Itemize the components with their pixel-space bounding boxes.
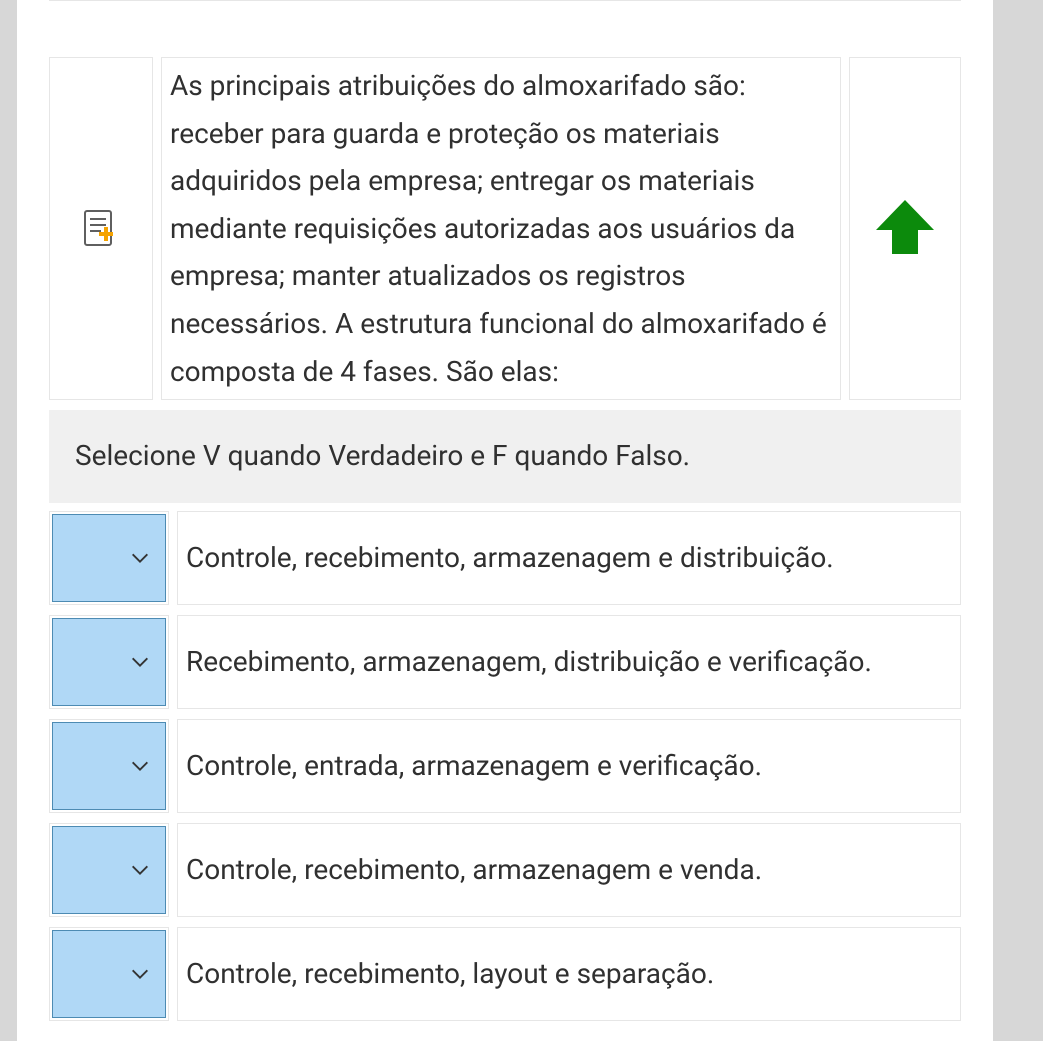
vf-select[interactable] (49, 719, 169, 813)
chevron-down-icon (129, 859, 151, 881)
page-container: As principais atribuições do almoxarifad… (17, 0, 993, 1041)
chevron-down-icon (129, 963, 151, 985)
option-row: Controle, recebimento, layout e separaçã… (49, 927, 961, 1021)
arrow-up-icon (868, 192, 942, 266)
chevron-down-icon (129, 651, 151, 673)
chevron-down-icon (129, 547, 151, 569)
vf-select-inner[interactable] (52, 722, 166, 810)
option-row: Controle, recebimento, armazenagem e dis… (49, 511, 961, 605)
option-text: Controle, entrada, armazenagem e verific… (177, 719, 961, 813)
vf-select-inner[interactable] (52, 514, 166, 602)
chevron-down-icon (129, 755, 151, 777)
edit-question-cell[interactable] (49, 57, 153, 400)
vf-select[interactable] (49, 511, 169, 605)
divider (49, 0, 961, 1)
vf-select-inner[interactable] (52, 618, 166, 706)
vf-select[interactable] (49, 615, 169, 709)
edit-document-icon (79, 207, 123, 251)
option-text: Controle, recebimento, armazenagem e ven… (177, 823, 961, 917)
instruction-bar: Selecione V quando Verdadeiro e F quando… (49, 410, 961, 503)
vf-select-inner[interactable] (52, 826, 166, 914)
option-row: Controle, entrada, armazenagem e verific… (49, 719, 961, 813)
option-text: Controle, recebimento, armazenagem e dis… (177, 511, 961, 605)
option-text: Recebimento, armazenagem, distribuição e… (177, 615, 961, 709)
question-header-row: As principais atribuições do almoxarifad… (49, 57, 961, 400)
option-text: Controle, recebimento, layout e separaçã… (177, 927, 961, 1021)
option-row: Recebimento, armazenagem, distribuição e… (49, 615, 961, 709)
vf-select-inner[interactable] (52, 930, 166, 1018)
move-up-cell[interactable] (849, 57, 961, 400)
question-text: As principais atribuições do almoxarifad… (161, 57, 841, 400)
vf-select[interactable] (49, 927, 169, 1021)
option-row: Controle, recebimento, armazenagem e ven… (49, 823, 961, 917)
vf-select[interactable] (49, 823, 169, 917)
